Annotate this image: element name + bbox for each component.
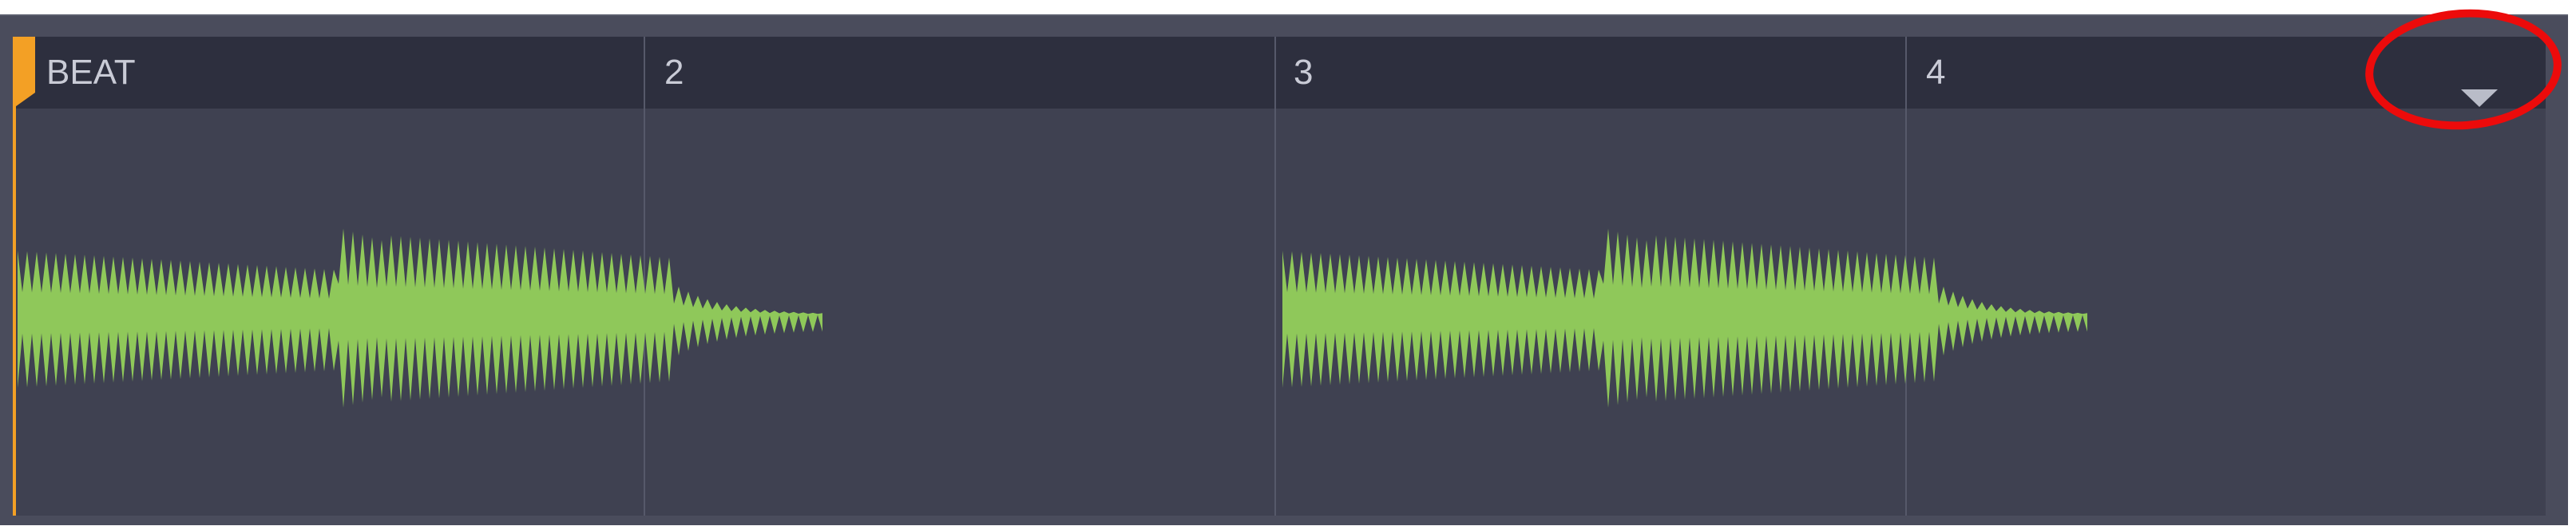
- audio-lane[interactable]: BEAT 2 3 4: [13, 37, 2546, 516]
- waveform-display: [18, 228, 2087, 408]
- wave-left-shape: [18, 228, 822, 408]
- beat-editor-window: BEAT 2 3 4: [0, 0, 2576, 530]
- playhead-flag-icon[interactable]: [13, 37, 45, 109]
- waveform-clip-1: [18, 228, 822, 408]
- triangle-down-icon[interactable]: [2456, 83, 2504, 115]
- beat-editor-panel: BEAT 2 3 4: [0, 14, 2568, 525]
- waveform-clip-2: [1282, 228, 2087, 408]
- wave-right-shape: [1282, 228, 2087, 408]
- playhead[interactable]: [13, 37, 16, 516]
